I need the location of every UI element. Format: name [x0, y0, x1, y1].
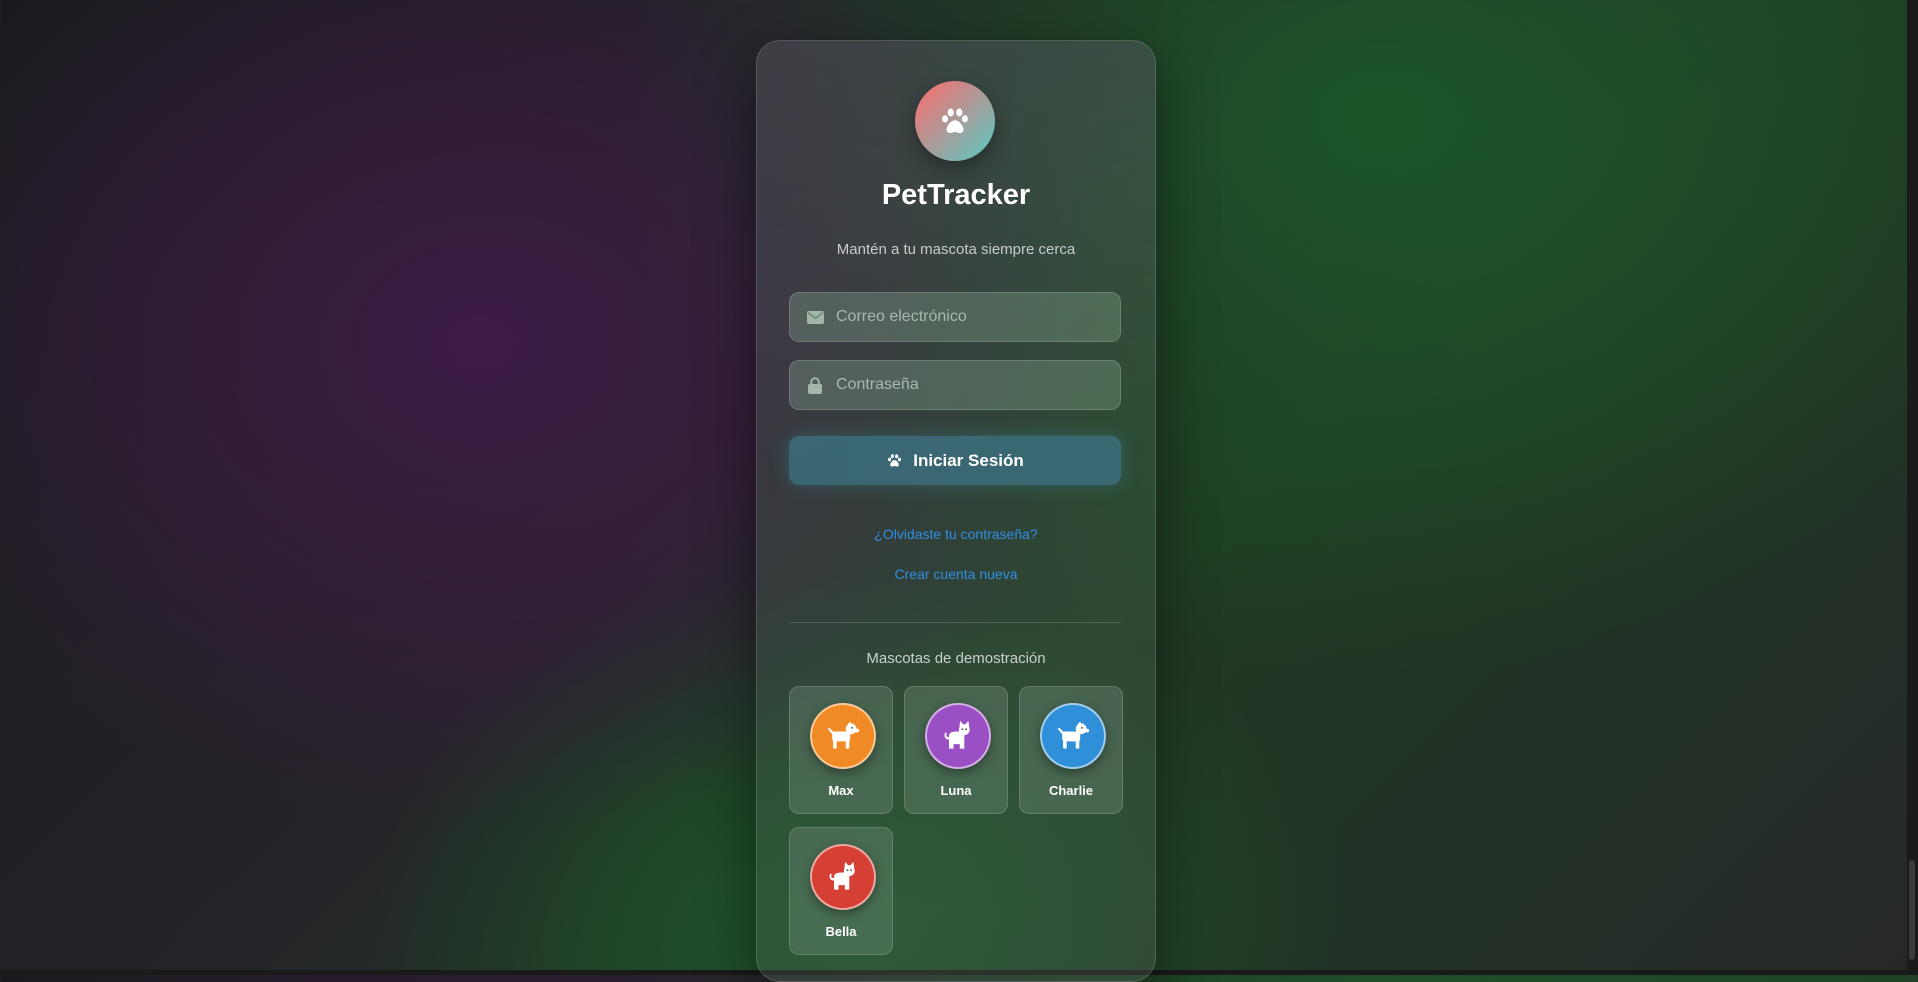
app-subtitle: Mantén a tu mascota siempre cerca [836, 241, 1076, 258]
paw-icon [942, 108, 968, 134]
demo-pet-card-luna[interactable]: Luna [904, 686, 1008, 814]
demo-pets-title: Mascotas de demostración [866, 650, 1046, 667]
divider [789, 622, 1121, 623]
pet-avatar [925, 703, 991, 769]
demo-pet-card-charlie[interactable]: Charlie [1019, 686, 1123, 814]
pet-avatar [810, 844, 876, 910]
app-title: PetTracker [881, 179, 1031, 211]
pet-name: Luna [940, 783, 972, 798]
paw-icon [888, 454, 902, 467]
login-card: PetTracker Mantén a tu mascota siempre c… [756, 40, 1156, 982]
forgot-password-link[interactable]: ¿Olvidaste tu contraseña? [757, 526, 1155, 542]
pet-avatar [810, 703, 876, 769]
window-frame-right [1907, 0, 1918, 975]
cat-icon [829, 861, 855, 890]
pet-name: Max [828, 783, 854, 798]
cat-icon [944, 720, 970, 749]
scrollbar-thumb[interactable] [1909, 860, 1915, 960]
demo-pet-card-max[interactable]: Max [789, 686, 893, 814]
pet-avatar [1040, 703, 1106, 769]
envelope-icon [806, 308, 824, 326]
lock-icon [806, 376, 824, 394]
login-button[interactable]: Iniciar Sesión [789, 436, 1121, 485]
login-button-label: Iniciar Sesión [913, 450, 1024, 470]
create-account-link[interactable]: Crear cuenta nueva [757, 566, 1155, 582]
email-field[interactable] [789, 292, 1121, 342]
pet-name: Bella [825, 924, 857, 939]
demo-pet-card-bella[interactable]: Bella [789, 827, 893, 955]
pet-name: Charlie [1048, 783, 1094, 798]
password-field[interactable] [789, 360, 1121, 410]
password-input[interactable] [834, 375, 1120, 395]
dog-icon [1057, 721, 1090, 749]
email-input[interactable] [834, 307, 1120, 327]
dog-icon [827, 721, 860, 749]
app-logo [915, 81, 995, 161]
